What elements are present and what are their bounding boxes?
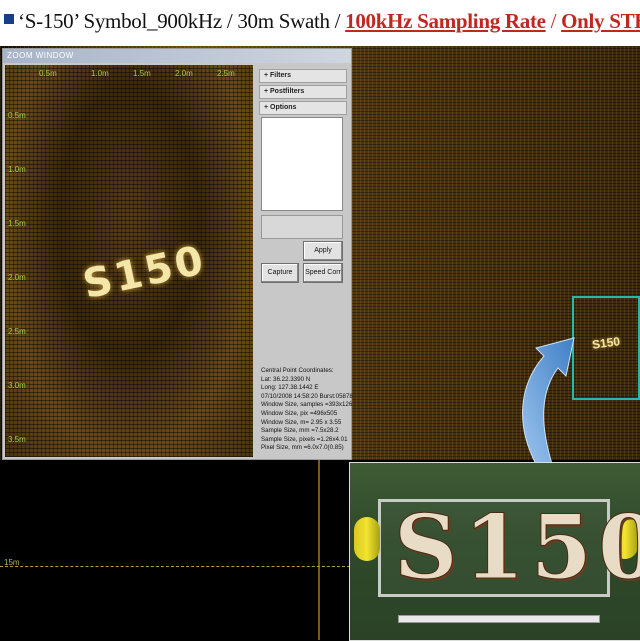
info-lat: Lat: 36.22.3390 N — [261, 375, 311, 383]
options-field[interactable] — [261, 215, 343, 239]
coordinates-info: Central Point Coordinates: Lat: 36.22.33… — [261, 367, 353, 453]
title-sampling-rate: 100kHz Sampling Rate — [345, 9, 546, 33]
info-sample-mm: Sample Size, mm =7.5x28.2 — [261, 427, 339, 435]
range-marker-label: 15m — [4, 558, 20, 567]
info-sample-pixels: Sample Size, pixels =1.26x4.01 — [261, 435, 348, 443]
y-axis-label: 2.5m — [8, 327, 26, 336]
x-axis-label: 2.5m — [217, 69, 235, 78]
curved-arrow-icon — [522, 337, 575, 465]
y-axis-label: 3.0m — [8, 381, 26, 390]
zoom-target-symbol: S150 — [79, 237, 211, 308]
title-separator: / — [545, 9, 562, 33]
photo-symbol-letters: S150 — [393, 495, 640, 599]
slide-title: ‘S-150’ Symbol_900kHz / 30m Swath / 100k… — [18, 6, 640, 36]
options-header[interactable]: + Options — [259, 101, 347, 115]
info-window-pix: Window Size, pix =496x505 — [261, 409, 338, 417]
x-axis-label: 1.5m — [133, 69, 151, 78]
info-pixel-mm: Pixel Size, mm =6.0x7.0(0.85) — [261, 444, 344, 452]
y-axis-label: 1.0m — [8, 165, 26, 174]
zoom-window-titlebar[interactable]: ZOOM WINDOW — [3, 49, 351, 63]
title-bullet-icon — [4, 14, 14, 24]
target-photo: S150 — [349, 462, 640, 641]
photo-ruler — [398, 615, 600, 623]
info-window-samples: Window Size, samples =393x126 — [261, 401, 353, 409]
y-axis-label: 0.5m — [8, 111, 26, 120]
y-axis-label: 3.5m — [8, 435, 26, 444]
capture-button[interactable]: Capture — [261, 263, 299, 283]
y-axis-label: 2.0m — [8, 273, 26, 282]
postfilters-header[interactable]: + Postfilters — [259, 85, 347, 99]
y-axis-label: 1.5m — [8, 219, 26, 228]
info-datetime: 07/10/2008 14:58:20 Burst:05878 — [261, 392, 353, 400]
x-axis-label: 0.5m — [39, 69, 57, 78]
slide-title-bar: ‘S-150’ Symbol_900kHz / 30m Swath / 100k… — [0, 0, 640, 46]
speed-corr-button[interactable]: Speed Corr — [303, 263, 343, 283]
zoom-window[interactable]: ZOOM WINDOW 0.5m 1.0m 1.5m 2.0m 2.5m 0.5… — [2, 48, 353, 460]
left-buoy — [354, 517, 380, 561]
info-long: Long: 127.38.1442 E — [261, 384, 319, 392]
range-marker-line — [0, 566, 350, 567]
x-axis-label: 1.0m — [91, 69, 109, 78]
zoom-sonar-image[interactable]: 0.5m 1.0m 1.5m 2.0m 2.5m 0.5m 1.0m 1.5m … — [5, 65, 253, 457]
nadir-line — [318, 460, 320, 640]
control-panel: + Filters + Postfilters + Options Apply Cap… — [257, 67, 353, 455]
title-main: ‘S-150’ Symbol_900kHz / 30m Swath / — [18, 9, 346, 33]
info-window-m: Window Size, m= 2.95 x 3.55 — [261, 418, 342, 426]
zoom-window-title: ZOOM WINDOW — [7, 51, 74, 60]
apply-button[interactable]: Apply — [303, 241, 343, 261]
filters-header[interactable]: + Filters — [259, 69, 347, 83]
info-heading: Central Point Coordinates: — [261, 367, 334, 374]
x-axis-label: 2.0m — [175, 69, 193, 78]
title-only-stbd: Only STBD — [561, 9, 640, 33]
options-list[interactable] — [261, 117, 343, 211]
